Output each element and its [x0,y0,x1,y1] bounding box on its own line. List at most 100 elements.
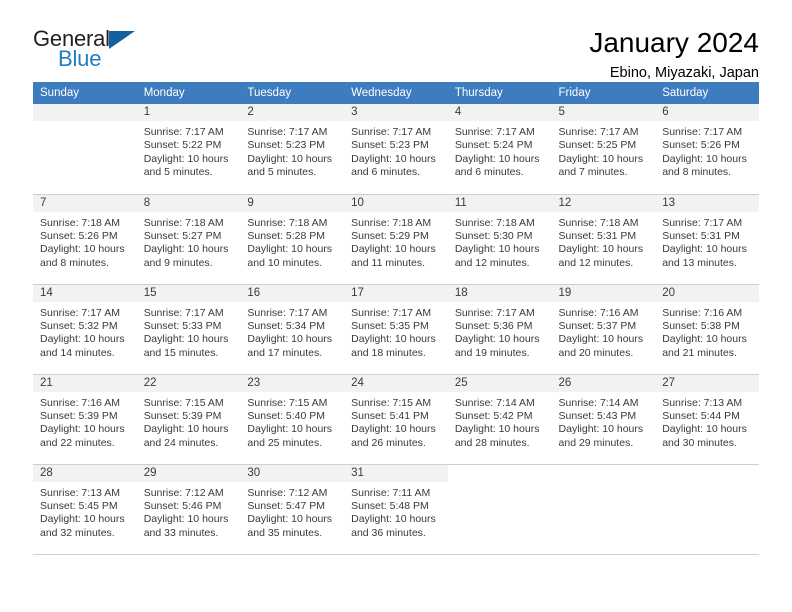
day-cell[interactable]: 19 Sunrise: 7:16 AM Sunset: 5:37 PM Dayl… [551,284,656,375]
day-cell[interactable]: 22 Sunrise: 7:15 AM Sunset: 5:39 PM Dayl… [136,374,241,465]
day-details: Sunrise: 7:18 AM Sunset: 5:30 PM Dayligh… [448,212,552,271]
sunset-text: Sunset: 5:45 PM [40,499,118,512]
sunset-text: Sunset: 5:39 PM [143,409,222,422]
day-cell[interactable]: 8 Sunrise: 7:18 AM Sunset: 5:27 PM Dayli… [136,194,241,285]
daylight-text-line2: and 19 minutes. [454,346,530,359]
day-cell[interactable]: 15 Sunrise: 7:17 AM Sunset: 5:33 PM Dayl… [136,284,241,375]
day-details: Sunrise: 7:17 AM Sunset: 5:22 PM Dayligh… [137,121,241,180]
calendar-week-row: 1 Sunrise: 7:17 AM Sunset: 5:22 PM Dayli… [33,104,759,195]
day-cell[interactable]: 30 Sunrise: 7:12 AM Sunset: 5:47 PM Dayl… [240,464,345,555]
weekday-header-tuesday: Tuesday [240,82,345,104]
day-cell[interactable]: 31 Sunrise: 7:11 AM Sunset: 5:48 PM Dayl… [344,464,448,555]
day-details [552,482,656,487]
sunset-text: Sunset: 5:31 PM [558,229,637,242]
sunrise-text: Sunrise: 7:12 AM [143,486,224,499]
weekday-header-wednesday: Wednesday [344,82,448,104]
day-cell[interactable] [447,464,552,555]
daylight-text-line1: Daylight: 10 hours [143,423,229,436]
page-title: January 2024 [589,27,759,58]
day-details: Sunrise: 7:14 AM Sunset: 5:43 PM Dayligh… [552,392,656,451]
day-details: Sunrise: 7:17 AM Sunset: 5:23 PM Dayligh… [240,121,344,180]
day-cell[interactable]: 27 Sunrise: 7:13 AM Sunset: 5:44 PM Dayl… [655,374,759,465]
day-number: 27 [655,374,759,392]
day-details: Sunrise: 7:18 AM Sunset: 5:27 PM Dayligh… [137,212,241,271]
generalblue-logo[interactable]: General Blue [33,28,153,80]
daylight-text-line2: and 29 minutes. [558,436,634,449]
sunrise-text: Sunrise: 7:13 AM [662,396,743,409]
day-number: 7 [33,194,137,212]
day-details: Sunrise: 7:18 AM Sunset: 5:31 PM Dayligh… [552,212,656,271]
day-number: 6 [655,104,759,121]
day-cell[interactable]: 26 Sunrise: 7:14 AM Sunset: 5:43 PM Dayl… [551,374,656,465]
day-cell[interactable]: 6 Sunrise: 7:17 AM Sunset: 5:26 PM Dayli… [655,104,759,195]
sunset-text: Sunset: 5:40 PM [247,409,326,422]
daylight-text-line2: and 20 minutes. [558,346,634,359]
day-cell[interactable]: 24 Sunrise: 7:15 AM Sunset: 5:41 PM Dayl… [344,374,448,465]
day-cell[interactable]: 25 Sunrise: 7:14 AM Sunset: 5:42 PM Dayl… [447,374,552,465]
day-cell[interactable]: 3 Sunrise: 7:17 AM Sunset: 5:23 PM Dayli… [344,104,448,195]
day-details: Sunrise: 7:16 AM Sunset: 5:37 PM Dayligh… [552,302,656,361]
weekday-header-thursday: Thursday [447,82,552,104]
day-cell[interactable] [33,104,137,195]
day-cell[interactable]: 2 Sunrise: 7:17 AM Sunset: 5:23 PM Dayli… [240,104,345,195]
day-cell[interactable] [551,464,656,555]
daylight-text-line1: Daylight: 10 hours [558,333,644,346]
daylight-text-line1: Daylight: 10 hours [558,423,644,436]
day-number: 11 [447,194,552,212]
day-cell[interactable]: 28 Sunrise: 7:13 AM Sunset: 5:45 PM Dayl… [33,464,137,555]
sunrise-text: Sunrise: 7:17 AM [40,306,120,319]
day-cell[interactable]: 14 Sunrise: 7:17 AM Sunset: 5:32 PM Dayl… [33,284,137,375]
day-cell[interactable]: 11 Sunrise: 7:18 AM Sunset: 5:30 PM Dayl… [447,194,552,285]
sunrise-text: Sunrise: 7:17 AM [662,126,743,138]
daylight-text-line1: Daylight: 10 hours [40,243,125,256]
sunset-text: Sunset: 5:23 PM [351,139,429,152]
day-details: Sunrise: 7:16 AM Sunset: 5:38 PM Dayligh… [655,302,759,361]
day-cell[interactable] [655,464,759,555]
day-number: 1 [136,104,241,121]
daylight-text-line1: Daylight: 10 hours [662,152,747,165]
day-cell[interactable]: 17 Sunrise: 7:17 AM Sunset: 5:35 PM Dayl… [344,284,448,375]
day-number: 20 [655,284,759,302]
day-cell[interactable]: 29 Sunrise: 7:12 AM Sunset: 5:46 PM Dayl… [136,464,241,555]
day-cell[interactable]: 9 Sunrise: 7:18 AM Sunset: 5:28 PM Dayli… [240,194,345,285]
day-cell[interactable]: 23 Sunrise: 7:15 AM Sunset: 5:40 PM Dayl… [240,374,345,465]
day-cell[interactable]: 1 Sunrise: 7:17 AM Sunset: 5:22 PM Dayli… [136,104,241,195]
day-cell[interactable]: 18 Sunrise: 7:17 AM Sunset: 5:36 PM Dayl… [447,284,552,375]
day-number: 21 [33,374,137,392]
day-details: Sunrise: 7:17 AM Sunset: 5:33 PM Dayligh… [137,302,241,361]
day-details: Sunrise: 7:12 AM Sunset: 5:47 PM Dayligh… [240,482,344,541]
day-details: Sunrise: 7:18 AM Sunset: 5:26 PM Dayligh… [33,212,137,271]
daylight-text-line1: Daylight: 10 hours [351,152,436,165]
day-number: 30 [240,464,345,482]
day-cell[interactable]: 16 Sunrise: 7:17 AM Sunset: 5:34 PM Dayl… [240,284,345,375]
sunrise-text: Sunrise: 7:17 AM [454,306,535,319]
day-cell[interactable]: 13 Sunrise: 7:17 AM Sunset: 5:31 PM Dayl… [655,194,759,285]
day-cell[interactable]: 7 Sunrise: 7:18 AM Sunset: 5:26 PM Dayli… [33,194,137,285]
day-number: 12 [551,194,656,212]
daylight-text-line1: Daylight: 10 hours [454,423,540,436]
day-details: Sunrise: 7:11 AM Sunset: 5:48 PM Dayligh… [344,482,448,541]
day-number: 26 [551,374,656,392]
sunrise-text: Sunrise: 7:15 AM [143,396,224,409]
sunset-text: Sunset: 5:24 PM [454,139,533,152]
sunset-text: Sunset: 5:28 PM [247,229,326,242]
day-cell[interactable]: 21 Sunrise: 7:16 AM Sunset: 5:39 PM Dayl… [33,374,137,465]
day-number: 5 [551,104,656,121]
sunset-text: Sunset: 5:48 PM [351,499,429,512]
day-cell[interactable]: 10 Sunrise: 7:18 AM Sunset: 5:29 PM Dayl… [344,194,448,285]
day-cell[interactable]: 20 Sunrise: 7:16 AM Sunset: 5:38 PM Dayl… [655,284,759,375]
day-cell[interactable]: 5 Sunrise: 7:17 AM Sunset: 5:25 PM Dayli… [551,104,656,195]
day-cell[interactable]: 12 Sunrise: 7:18 AM Sunset: 5:31 PM Dayl… [551,194,656,285]
daylight-text-line2: and 10 minutes. [247,256,323,269]
day-number: 29 [136,464,241,482]
day-number: 4 [447,104,552,121]
day-number [33,104,137,121]
sunset-text: Sunset: 5:29 PM [351,229,429,242]
sunrise-text: Sunrise: 7:11 AM [351,486,431,499]
sunrise-text: Sunrise: 7:15 AM [351,396,432,409]
sunrise-text: Sunrise: 7:17 AM [351,126,432,138]
day-details: Sunrise: 7:18 AM Sunset: 5:28 PM Dayligh… [240,212,344,271]
day-cell[interactable]: 4 Sunrise: 7:17 AM Sunset: 5:24 PM Dayli… [447,104,552,195]
day-number: 10 [344,194,448,212]
sunrise-text: Sunrise: 7:18 AM [143,216,224,229]
